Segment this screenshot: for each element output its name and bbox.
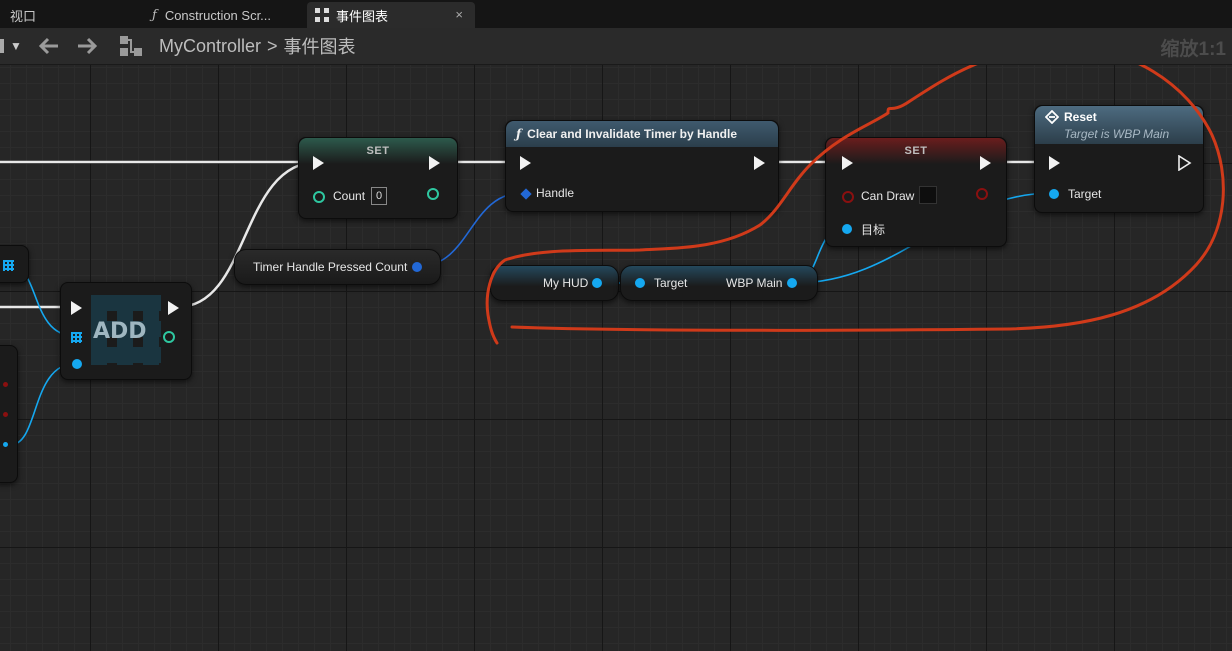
tab-label: 视口 bbox=[10, 8, 37, 24]
tab-label: Construction Scr... bbox=[164, 7, 272, 23]
function-icon: ƒ bbox=[152, 7, 157, 23]
breadcrumb-root[interactable]: MyController bbox=[159, 36, 261, 57]
tab-viewport[interactable]: 视口 bbox=[0, 2, 150, 28]
chevron-down-icon: ▼ bbox=[10, 39, 22, 53]
tab-strip: 视口 ƒ Construction Scr... 事件图表 × bbox=[0, 0, 1232, 28]
dropdown-button[interactable]: ▼ bbox=[0, 34, 24, 58]
tab-label: 事件图表 bbox=[336, 8, 389, 24]
blueprint-icon bbox=[120, 34, 142, 58]
arrow-left-icon bbox=[38, 37, 58, 55]
tab-event-graph[interactable]: 事件图表 × bbox=[307, 2, 475, 28]
breadcrumb: MyController > 事件图表 bbox=[159, 34, 356, 58]
event-graph-canvas[interactable]: ADD SET Count 0 Timer Handle Pressed Cou… bbox=[0, 65, 1232, 651]
back-button[interactable] bbox=[38, 34, 60, 58]
close-icon[interactable]: × bbox=[455, 7, 463, 22]
breadcrumb-separator: > bbox=[267, 35, 278, 56]
dropdown-bar-icon bbox=[0, 39, 4, 53]
graph-icon bbox=[315, 8, 329, 22]
tab-construction-script[interactable]: ƒ Construction Scr... bbox=[142, 2, 312, 28]
arrow-right-icon bbox=[78, 37, 98, 55]
zoom-level: 缩放1:1 bbox=[1160, 39, 1226, 60]
breadcrumb-current: 事件图表 bbox=[283, 37, 356, 57]
forward-button[interactable] bbox=[76, 34, 98, 58]
red-annotation-stroke bbox=[485, 65, 1225, 345]
graph-toolbar: ▼ MyController > 事件图表 缩放1:1 bbox=[0, 28, 1232, 65]
